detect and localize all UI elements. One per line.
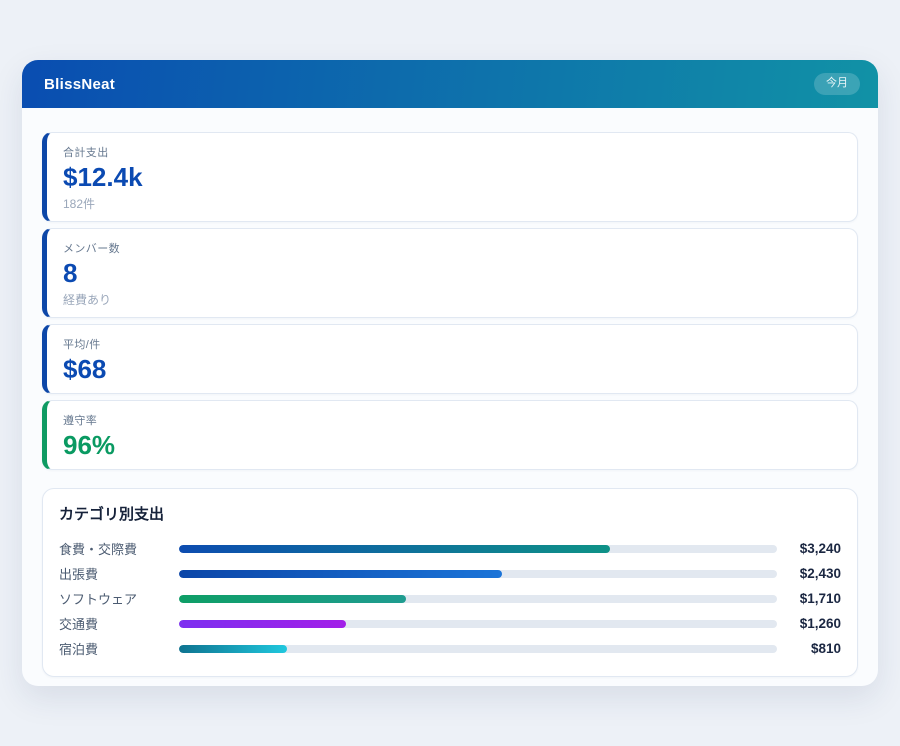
- dashboard-content: 合計支出 $12.4k 182件 メンバー数 8 経費あり 平均/件 $68 遵…: [22, 108, 878, 677]
- period-badge[interactable]: 今月: [814, 73, 860, 94]
- stat-sub: 経費あり: [63, 291, 841, 308]
- app-header: BlissNeat 今月: [22, 60, 878, 108]
- category-bar-fill: [179, 620, 346, 628]
- category-label: ソフトウェア: [59, 589, 179, 608]
- stat-sub: 182件: [63, 195, 841, 212]
- category-label: 食費・交際費: [59, 539, 179, 558]
- category-label: 宿泊費: [59, 639, 179, 658]
- category-value: $1,710: [777, 591, 841, 606]
- category-value: $2,430: [777, 566, 841, 581]
- category-spend-card: カテゴリ別支出 食費・交際費 $3,240 出張費 $2,430 ソフトウェア $1,71…: [42, 488, 858, 677]
- category-bar-row: 出張費 $2,430: [59, 561, 841, 586]
- category-bar-row: 食費・交際費 $3,240: [59, 536, 841, 561]
- app-title: BlissNeat: [44, 76, 115, 93]
- stat-value: 96%: [63, 431, 841, 460]
- stat-label: 合計支出: [63, 144, 841, 160]
- category-value: $810: [777, 641, 841, 656]
- category-bar-fill: [179, 570, 502, 578]
- stat-card-member-count: メンバー数 8 経費あり: [42, 228, 858, 318]
- category-value: $3,240: [777, 541, 841, 556]
- stat-card-average-per-item: 平均/件 $68: [42, 324, 858, 394]
- category-bar-list: 食費・交際費 $3,240 出張費 $2,430 ソフトウェア $1,710 交通費 $1,2…: [59, 536, 841, 661]
- stat-card-compliance-rate: 遵守率 96%: [42, 400, 858, 470]
- stat-label: 遵守率: [63, 412, 841, 428]
- category-bar-fill: [179, 645, 287, 653]
- category-value: $1,260: [777, 616, 841, 631]
- category-bar-track: [179, 645, 777, 653]
- stat-label: 平均/件: [63, 336, 841, 352]
- category-card-title: カテゴリ別支出: [59, 503, 841, 524]
- stat-value: $68: [63, 355, 841, 384]
- stat-label: メンバー数: [63, 240, 841, 256]
- category-label: 交通費: [59, 614, 179, 633]
- category-bar-fill: [179, 595, 406, 603]
- category-bar-track: [179, 545, 777, 553]
- dashboard-panel: BlissNeat 今月 合計支出 $12.4k 182件 メンバー数 8 経費…: [22, 60, 878, 686]
- category-bar-track: [179, 620, 777, 628]
- stat-value: $12.4k: [63, 163, 841, 192]
- category-label: 出張費: [59, 564, 179, 583]
- category-bar-row: 宿泊費 $810: [59, 636, 841, 661]
- category-bar-row: 交通費 $1,260: [59, 611, 841, 636]
- category-bar-track: [179, 595, 777, 603]
- category-bar-row: ソフトウェア $1,710: [59, 586, 841, 611]
- stat-card-total-spend: 合計支出 $12.4k 182件: [42, 132, 858, 222]
- stat-value: 8: [63, 259, 841, 288]
- category-bar-track: [179, 570, 777, 578]
- category-bar-fill: [179, 545, 610, 553]
